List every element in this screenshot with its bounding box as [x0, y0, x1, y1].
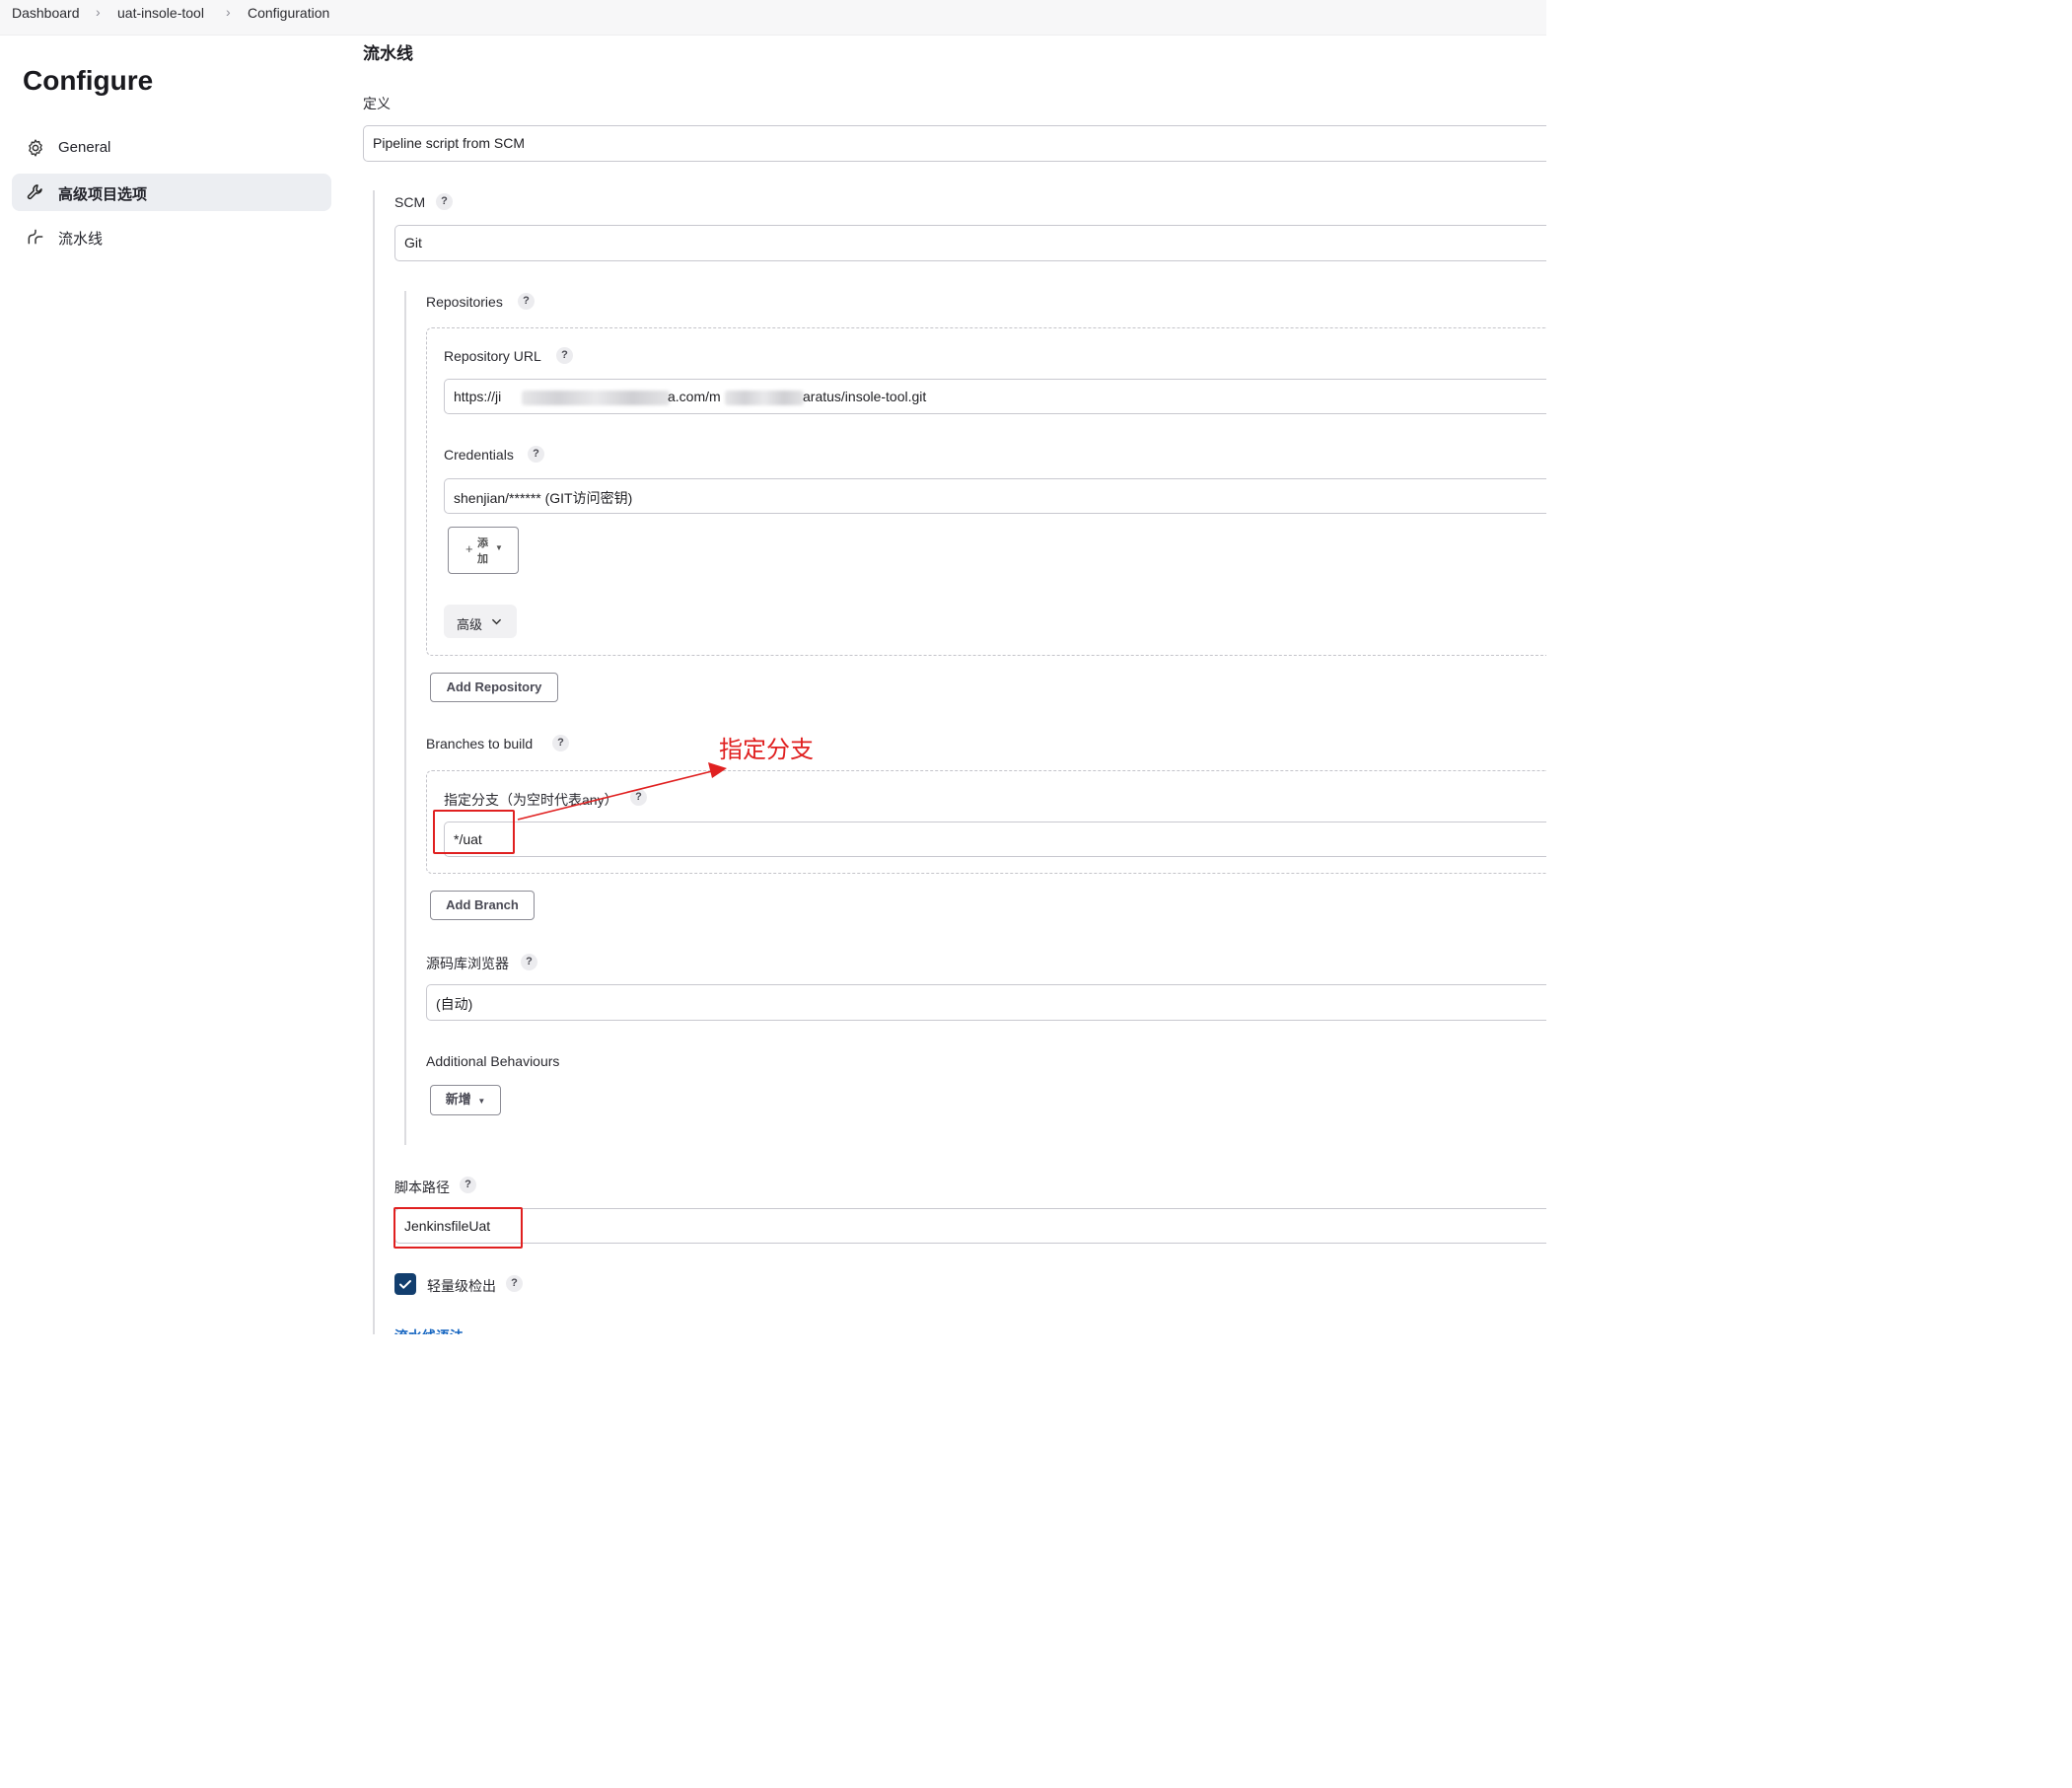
annotation-label: 指定分支: [719, 737, 814, 763]
annotation-arrow: [517, 762, 727, 821]
